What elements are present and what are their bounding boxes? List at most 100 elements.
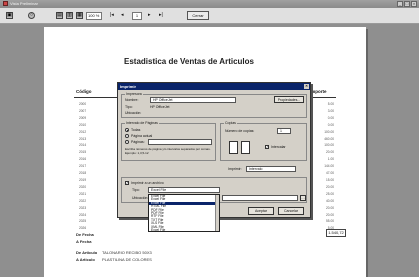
- code-cell: 2007: [79, 108, 87, 113]
- printer-group: Impresora Nombre: HP OfficeJet Propiedad…: [121, 92, 307, 118]
- range-current-radio[interactable]: [125, 134, 129, 138]
- printer-type-label: Tipo:: [125, 105, 133, 109]
- prev-page-icon[interactable]: ◂: [121, 12, 124, 20]
- amount-cell: 144.00: [324, 164, 334, 169]
- toolbar: ▣ ○ ▤ ▥ ▦ 100 % |◂ ◂ 1 ▸ ▸| Cerrar: [0, 8, 419, 24]
- window-title: Vista Preliminar: [10, 1, 38, 6]
- collate-label: Intercalar: [271, 145, 286, 149]
- copies-group: Copias Número de copias: 1 ✓ Intercalar: [220, 121, 307, 161]
- code-cell: 2009: [79, 115, 87, 120]
- amount-cell: 15.00: [326, 177, 334, 182]
- amount-cell: 100.00: [324, 143, 334, 148]
- range-current-label: Página actual: [131, 134, 153, 138]
- amount-cell: 0.00: [327, 122, 334, 127]
- cancel-button[interactable]: Cancelar: [278, 207, 304, 215]
- code-cell: 2018: [79, 171, 87, 176]
- amount-cell: 460.00: [324, 136, 334, 141]
- code-cell: 2012: [79, 129, 87, 134]
- first-page-icon[interactable]: |◂: [110, 12, 114, 20]
- page-range-group-label: Intervalo de Páginas: [125, 121, 159, 125]
- collate-page-icon: [229, 141, 238, 154]
- last-page-icon[interactable]: ▸|: [159, 12, 163, 20]
- amount-cell: 100.00: [324, 129, 334, 134]
- dialog-close-icon[interactable]: ×: [304, 84, 309, 89]
- page-number-input[interactable]: 1: [132, 12, 142, 20]
- window-controls: _ □ ×: [397, 1, 417, 7]
- export-icon[interactable]: ▦: [76, 12, 83, 19]
- zoom-icon[interactable]: ○: [28, 12, 35, 19]
- amount-cell: 55.00: [326, 219, 334, 224]
- range-all-label: Todas: [131, 128, 141, 132]
- printer-name-select[interactable]: HP OfficeJet: [150, 97, 236, 103]
- range-all-radio[interactable]: [125, 128, 129, 132]
- maximize-icon[interactable]: □: [404, 1, 410, 7]
- properties-button[interactable]: Propiedades...: [274, 96, 304, 103]
- dropdown-scrollbar[interactable]: [215, 195, 219, 231]
- file-location-input[interactable]: [222, 195, 298, 201]
- print-what-select[interactable]: Intervalo: [246, 166, 296, 172]
- dialog-title-text: Imprimir: [120, 84, 137, 89]
- footer-label-a-articulo: A Articulo: [76, 257, 95, 262]
- two-pages-icon[interactable]: ▥: [66, 12, 73, 19]
- print-to-file-checkbox[interactable]: ✓: [125, 181, 129, 185]
- printer-type-value: HP OfficeJet: [150, 105, 170, 109]
- copies-group-label: Copias: [224, 121, 237, 125]
- app-icon: [3, 1, 8, 6]
- amount-cell: 20.00: [326, 205, 334, 210]
- collate-checkbox[interactable]: ✓: [265, 145, 269, 149]
- amount-column: 5.00 3.00 0.00 0.00 100.00 460.00 100.00 20.00 1…: [314, 101, 334, 232]
- code-cell: 2023: [79, 205, 87, 210]
- title-bar: Vista Preliminar _ □ ×: [0, 0, 419, 8]
- report-total: 1.540,72: [326, 229, 346, 237]
- print-icon[interactable]: ▣: [6, 12, 13, 19]
- amount-cell: 0.00: [327, 115, 334, 120]
- code-cell: 2017: [79, 164, 87, 169]
- code-cell: 2019: [79, 177, 87, 182]
- footer-value-de-articulo: TALONARIO RECIBO 50X3: [102, 250, 152, 255]
- footer-value-a-articulo: PLASTILINA DE COLORES: [102, 257, 152, 262]
- close-preview-button[interactable]: Cerrar: [187, 11, 209, 20]
- copies-count-label: Número de copias:: [225, 129, 255, 133]
- range-pages-radio[interactable]: [125, 140, 129, 144]
- amount-cell: 20.00: [326, 150, 334, 155]
- code-cell: 2015: [79, 150, 87, 155]
- column-header-importe: Importe: [310, 89, 327, 94]
- collate-page-icon: [241, 141, 250, 154]
- page-view-icon[interactable]: ▤: [56, 12, 63, 19]
- range-pages-input[interactable]: [148, 139, 212, 145]
- footer-label-de-fecha: De Fecha: [76, 232, 94, 237]
- page-range-group: Intervalo de Páginas Todas Página actual…: [121, 121, 216, 161]
- close-icon[interactable]: ×: [411, 1, 417, 7]
- code-cell: 2016: [79, 157, 87, 162]
- code-cell: 2020: [79, 184, 87, 189]
- dialog-title: Imprimir ×: [118, 83, 310, 90]
- next-page-icon[interactable]: ▸: [148, 12, 151, 20]
- code-cell: 2013: [79, 136, 87, 141]
- zoom-select[interactable]: 100 %: [86, 12, 102, 20]
- amount-cell: 1.00: [327, 157, 334, 162]
- copies-count-input[interactable]: 1: [277, 128, 291, 134]
- minimize-icon[interactable]: _: [397, 1, 403, 7]
- file-type-label: Tipo:: [132, 188, 140, 192]
- code-cell: 2021: [79, 191, 87, 196]
- amount-cell: 47.00: [326, 171, 334, 176]
- printer-group-label: Impresora: [125, 92, 143, 96]
- range-hint: Escriba números de página y/o intervalos…: [125, 147, 211, 155]
- footer-label-a-fecha: A Fecha: [76, 239, 92, 244]
- browse-button[interactable]: …: [300, 195, 306, 201]
- printer-name-label: Nombre:: [125, 98, 139, 102]
- amount-cell: 3.00: [327, 108, 334, 113]
- code-cell: 2022: [79, 198, 87, 203]
- amount-cell: 20.00: [326, 212, 334, 217]
- report-title: Estadistica de Ventas de Articulos: [124, 57, 254, 66]
- code-cell: 2024: [79, 212, 87, 217]
- amount-cell: 25.00: [326, 191, 334, 196]
- code-cell: 2025: [79, 219, 87, 224]
- file-type-select[interactable]: Excel File: [148, 187, 220, 193]
- column-header-codigo: Código: [76, 89, 92, 94]
- file-type-dropdown-list[interactable]: Excel File Excel File Excel File HTML File P…: [148, 194, 220, 232]
- accept-button[interactable]: Aceptar: [248, 207, 274, 215]
- file-type-option[interactable]: Excel File: [149, 228, 219, 232]
- code-cell: 2000: [79, 102, 87, 106]
- code-cell: 2014: [79, 143, 87, 148]
